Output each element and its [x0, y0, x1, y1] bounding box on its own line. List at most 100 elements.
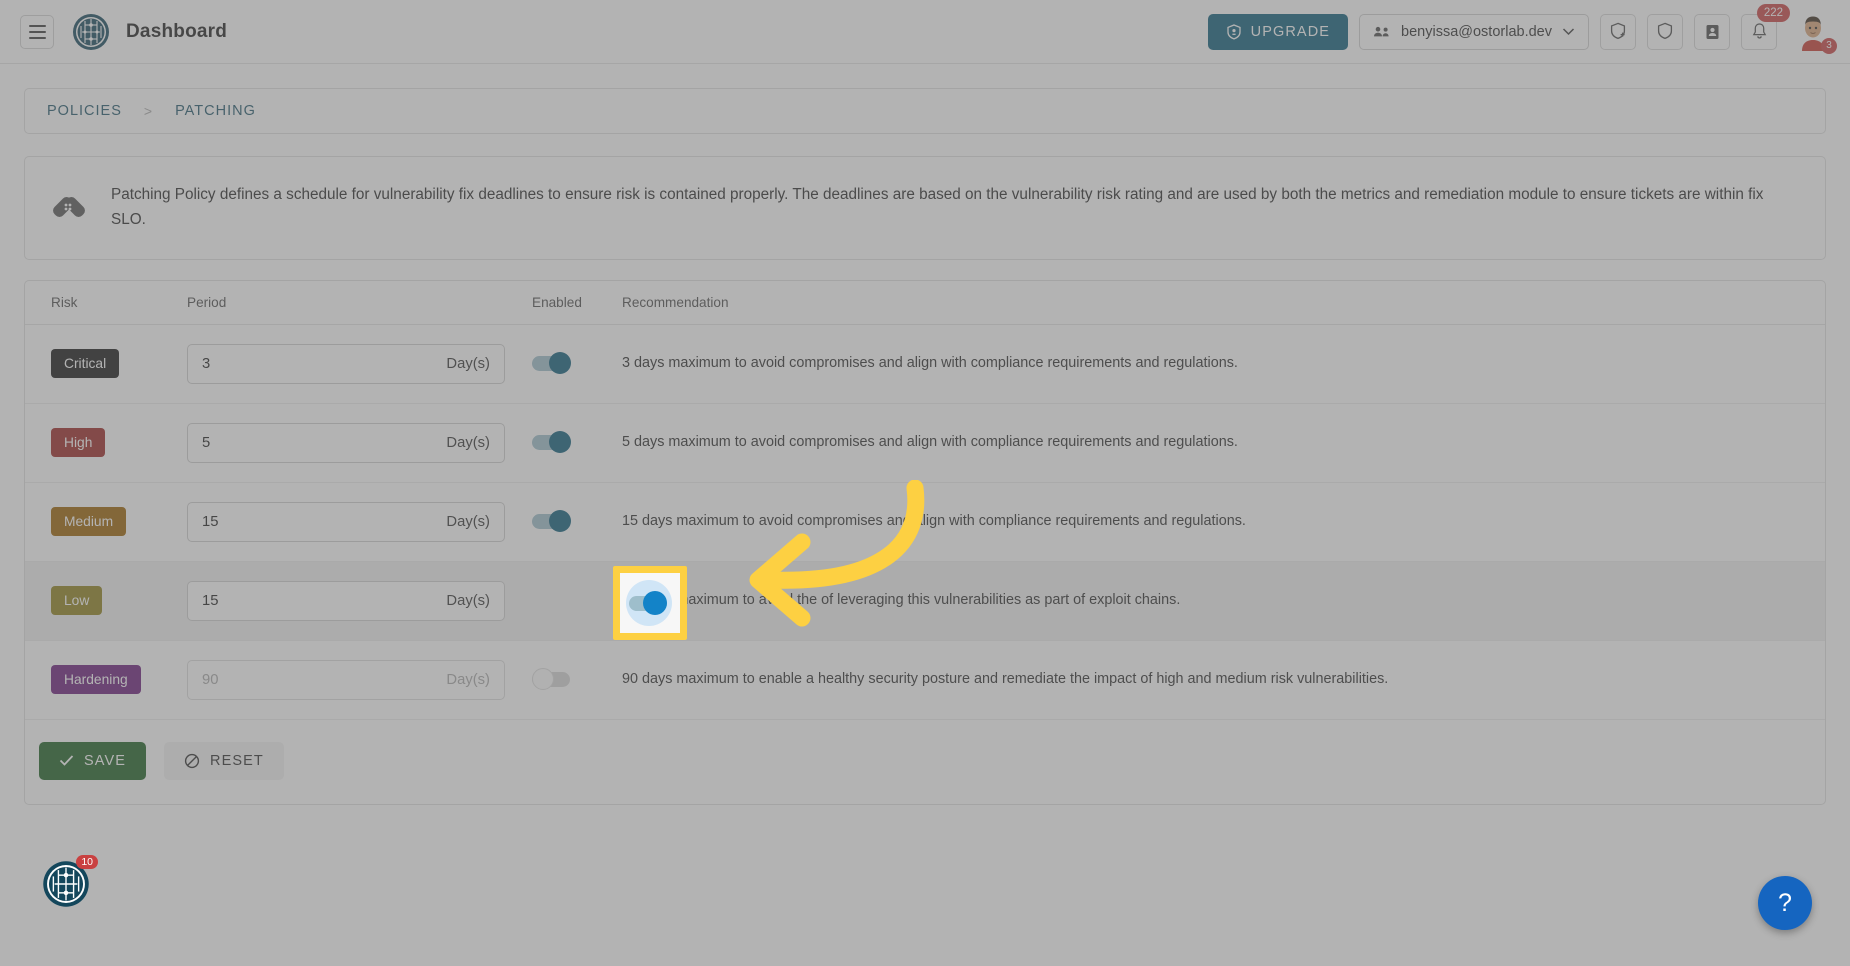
- check-icon: [59, 754, 74, 767]
- bell-icon: [1751, 22, 1768, 41]
- policy-description-card: Patching Policy defines a schedule for v…: [24, 156, 1826, 260]
- period-input-hardening[interactable]: [202, 672, 438, 688]
- recommendation-text: 35 days maximum to avoid the of leveragi…: [622, 590, 1813, 611]
- upgrade-button[interactable]: UPGRADE: [1208, 14, 1348, 50]
- breadcrumb-policies[interactable]: POLICIES: [47, 103, 122, 119]
- chevron-down-icon: [1562, 27, 1575, 36]
- recommendation-text: 3 days maximum to avoid compromises and …: [622, 353, 1813, 374]
- patching-policy-table: Risk Period Enabled Recommendation Criti…: [24, 280, 1826, 805]
- contact-card-icon[interactable]: [1694, 14, 1730, 50]
- shield-add-icon[interactable]: [1600, 14, 1636, 50]
- ostorlab-floating-logo-icon[interactable]: 10: [42, 860, 90, 908]
- table-row: Hardening Day(s) 90 days maximum to enable…: [25, 641, 1825, 720]
- enabled-toggle-hardening[interactable]: [532, 672, 570, 687]
- recommendation-text: 15 days maximum to avoid compromises and…: [622, 511, 1813, 532]
- enabled-cell: [532, 593, 622, 608]
- enabled-cell: [532, 672, 622, 687]
- hamburger-bar: [29, 37, 46, 39]
- people-group-icon: [1373, 25, 1391, 39]
- period-input-wrapper-low[interactable]: Day(s): [187, 581, 505, 621]
- enabled-toggle-medium[interactable]: [532, 514, 570, 529]
- period-input-critical[interactable]: [202, 356, 438, 372]
- toggle-knob: [549, 352, 571, 374]
- floating-logo-badge: 10: [76, 855, 98, 869]
- period-input-low[interactable]: [202, 593, 438, 609]
- hamburger-bar: [29, 31, 46, 33]
- page-root: Dashboard UPGRADE benyissa@ostorlab.dev: [0, 0, 1850, 966]
- upgrade-label: UPGRADE: [1251, 24, 1330, 40]
- form-actions: SAVE RESET: [25, 720, 1825, 804]
- enabled-cell: [532, 356, 622, 371]
- help-label: ?: [1778, 889, 1792, 918]
- risk-cell: Hardening: [37, 665, 187, 694]
- enabled-toggle-critical[interactable]: [532, 356, 570, 371]
- breadcrumb-patching[interactable]: PATCHING: [175, 103, 256, 119]
- reset-label: RESET: [210, 753, 264, 769]
- table-row: Medium Day(s) 15 days maximum to avoid com…: [25, 483, 1825, 562]
- risk-badge-low: Low: [51, 586, 102, 615]
- table-row: High Day(s) 5 days maximum to avoid compro…: [25, 404, 1825, 483]
- period-cell: Day(s): [187, 423, 532, 463]
- period-cell: Day(s): [187, 344, 532, 384]
- period-unit-label: Day(s): [446, 593, 490, 609]
- period-unit-label: Day(s): [446, 514, 490, 530]
- enabled-toggle-high[interactable]: [532, 435, 570, 450]
- risk-cell: High: [37, 428, 187, 457]
- save-label: SAVE: [84, 753, 126, 769]
- breadcrumb: POLICIES > PATCHING: [24, 88, 1826, 134]
- period-unit-label: Day(s): [446, 672, 490, 688]
- notifications-bell-button[interactable]: 222: [1741, 14, 1777, 50]
- org-value: benyissa@ostorlab.dev: [1401, 24, 1552, 40]
- policy-description-text: Patching Policy defines a schedule for v…: [111, 183, 1799, 233]
- period-input-wrapper-medium[interactable]: Day(s): [187, 502, 505, 542]
- risk-cell: Low: [37, 586, 187, 615]
- recommendation-text: 90 days maximum to enable a healthy secu…: [622, 669, 1813, 690]
- period-input-medium[interactable]: [202, 514, 438, 530]
- risk-cell: Medium: [37, 507, 187, 536]
- table-row: Low Day(s) 35 days maximum to avoid the of…: [25, 562, 1825, 641]
- avatar-count-badge: 3: [1821, 38, 1837, 54]
- hamburger-bar: [29, 25, 46, 27]
- period-cell: Day(s): [187, 502, 532, 542]
- enabled-cell: [532, 514, 622, 529]
- column-header-period: Period: [187, 295, 532, 310]
- enabled-cell: [532, 435, 622, 450]
- period-unit-label: Day(s): [446, 435, 490, 451]
- period-input-wrapper-critical[interactable]: Day(s): [187, 344, 505, 384]
- column-header-enabled: Enabled: [532, 295, 622, 310]
- avatar[interactable]: 3: [1794, 13, 1832, 51]
- risk-badge-hardening: Hardening: [51, 665, 141, 694]
- period-cell: Day(s): [187, 660, 532, 700]
- shield-icon[interactable]: [1647, 14, 1683, 50]
- org-selector[interactable]: benyissa@ostorlab.dev: [1359, 14, 1589, 50]
- ostorlab-logo-icon[interactable]: [72, 13, 110, 51]
- breadcrumb-separator: >: [144, 103, 153, 119]
- recommendation-text: 5 days maximum to avoid compromises and …: [622, 432, 1813, 453]
- risk-badge-critical: Critical: [51, 349, 119, 378]
- period-input-wrapper-high[interactable]: Day(s): [187, 423, 505, 463]
- table-header-row: Risk Period Enabled Recommendation: [25, 281, 1825, 325]
- toggle-knob: [532, 668, 554, 690]
- app-header: Dashboard UPGRADE benyissa@ostorlab.dev: [0, 0, 1850, 64]
- help-button[interactable]: ?: [1758, 876, 1812, 930]
- shield-upgrade-icon: [1226, 24, 1242, 40]
- hamburger-menu-icon[interactable]: [20, 15, 54, 49]
- save-button[interactable]: SAVE: [39, 742, 146, 780]
- notification-count-badge: 222: [1757, 4, 1790, 22]
- risk-cell: Critical: [37, 349, 187, 378]
- column-header-recommendation: Recommendation: [622, 295, 1813, 310]
- column-header-risk: Risk: [37, 295, 187, 310]
- table-row: Critical Day(s) 3 days maximum to avoid co…: [25, 325, 1825, 404]
- toggle-knob: [549, 510, 571, 532]
- patch-bandage-icon: [49, 187, 89, 227]
- reset-button[interactable]: RESET: [164, 742, 284, 780]
- period-input-high[interactable]: [202, 435, 438, 451]
- toggle-knob: [549, 431, 571, 453]
- header-actions: UPGRADE benyissa@ostorlab.dev: [1208, 13, 1832, 51]
- risk-badge-high: High: [51, 428, 105, 457]
- table-body: Critical Day(s) 3 days maximum to avoid co…: [25, 325, 1825, 720]
- period-input-wrapper-hardening[interactable]: Day(s): [187, 660, 505, 700]
- main-content: POLICIES > PATCHING Patching Policy defi…: [0, 88, 1850, 805]
- period-unit-label: Day(s): [446, 356, 490, 372]
- page-title: Dashboard: [126, 21, 227, 43]
